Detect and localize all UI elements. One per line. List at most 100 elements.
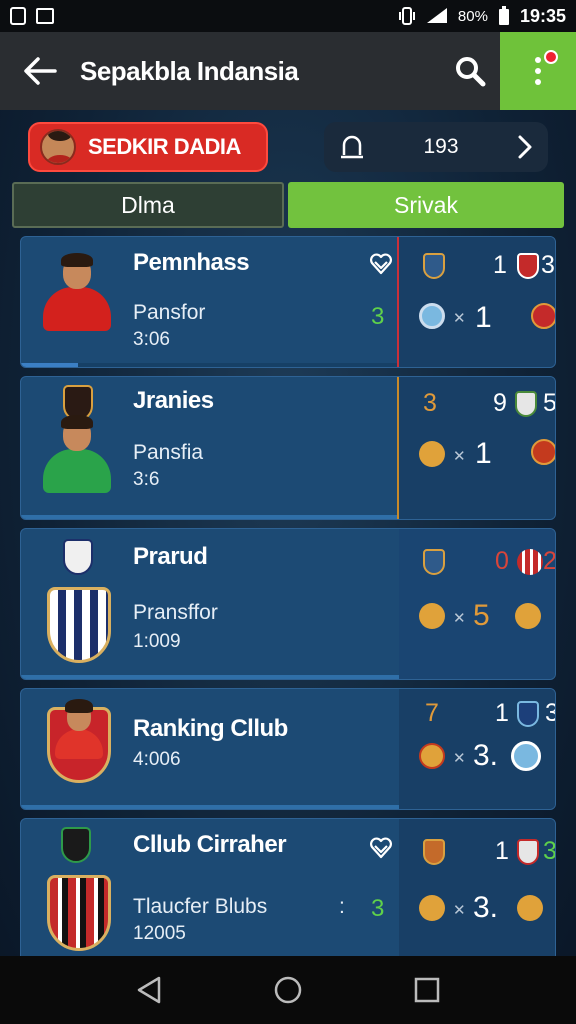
card-time: 3:6 <box>133 469 160 490</box>
favorite-icon[interactable] <box>369 837 393 859</box>
back-button[interactable] <box>0 32 80 110</box>
match-card[interactable]: Prarud Pransffor 1:009 0 2 ✕ 5 <box>20 528 556 680</box>
card-score: 3 <box>371 303 385 330</box>
score-a: 1 <box>495 837 509 865</box>
progress-track <box>21 515 399 519</box>
player-avatar <box>55 699 103 759</box>
card-subtitle: Pansfor <box>133 301 206 324</box>
team-crest <box>419 603 445 629</box>
card-time: 1:009 <box>133 631 181 652</box>
team-crest <box>423 253 445 279</box>
battery-icon <box>498 6 509 25</box>
score-c: 5 <box>543 389 556 417</box>
card-title: Cllub Cirraher <box>133 831 287 858</box>
score-c: 5 <box>473 599 490 632</box>
search-icon <box>456 57 486 87</box>
vs-icon: ✕ <box>453 448 466 465</box>
chevron-right-icon <box>518 135 532 159</box>
profile-name: SEDKIR DADIA <box>88 134 241 159</box>
app-title: Sepakbla Indansia <box>80 55 299 86</box>
card-left: Jranies Pansfia 3:6 <box>21 377 399 519</box>
vs-icon: ✕ <box>453 750 466 767</box>
team-crest <box>517 253 539 279</box>
score-b: 1 <box>495 699 509 727</box>
battery-percent: 80% <box>457 7 488 25</box>
card-title: Ranking Cllub <box>133 715 288 742</box>
team-crest <box>517 839 539 865</box>
score-c: 3. <box>473 891 499 924</box>
counter-pill[interactable]: 193 <box>324 122 548 172</box>
team-crest <box>419 441 445 467</box>
team-crest <box>423 549 445 575</box>
vibrate-icon <box>398 7 415 25</box>
card-left: Pemnhass Pansfor 3:06 3 <box>21 237 399 367</box>
team-crest <box>515 391 537 417</box>
status-time: 19:35 <box>519 5 566 26</box>
avatar <box>40 129 76 165</box>
counter-value: 193 <box>423 135 459 158</box>
team-crest <box>419 303 445 329</box>
team-crest <box>517 895 543 921</box>
card-time: 3:06 <box>133 329 170 350</box>
score-d: 3. <box>473 739 499 772</box>
vs-icon: ✕ <box>453 310 466 327</box>
card-results: 1 3 ✕ 3. <box>399 819 555 967</box>
image-notification-icon <box>36 8 54 24</box>
team-crest <box>517 701 539 727</box>
nav-home-icon[interactable] <box>273 975 303 1005</box>
card-title: Jranies <box>133 387 214 414</box>
club-crest-large <box>47 587 111 663</box>
status-left <box>10 7 54 25</box>
vs-icon: ✕ <box>453 902 466 919</box>
match-card[interactable]: Jranies Pansfia 3:6 3 9 5 ✕ 1 <box>20 376 556 520</box>
tab-srivak[interactable]: Srivak <box>288 182 564 228</box>
match-card[interactable]: Cllub Cirraher Tlaucfer Blubs 12005 : 3 … <box>20 818 556 968</box>
match-card[interactable]: Ranking Cllub 4:006 7 1 3 ✕ 3. <box>20 688 556 810</box>
score-a: 0 <box>495 547 509 575</box>
card-score: 3 <box>371 895 385 922</box>
nav-back-icon[interactable] <box>135 975 163 1005</box>
card-time: 4:006 <box>133 749 181 770</box>
score-b: 2 <box>543 547 556 575</box>
nav-recents-icon[interactable] <box>413 976 441 1004</box>
score-a: 3 <box>423 389 437 417</box>
card-results: 1 3 ✕ 1 <box>399 237 555 367</box>
notification-dot <box>544 50 558 64</box>
vs-icon: ✕ <box>453 610 466 627</box>
progress-fill <box>21 363 78 367</box>
app-bar: Sepakbla Indansia <box>0 32 576 110</box>
team-crest <box>515 603 541 629</box>
team-crest <box>531 439 555 465</box>
club-crest-large <box>47 875 111 951</box>
team-crest <box>511 741 541 771</box>
card-results: 3 9 5 ✕ 1 <box>399 377 555 519</box>
match-card[interactable]: Pemnhass Pansfor 3:06 3 1 3 ✕ 1 <box>20 236 556 368</box>
score-a: 1 <box>493 251 507 279</box>
card-subtitle: Tlaucfer Blubs <box>133 895 268 918</box>
more-vert-icon <box>535 57 541 85</box>
card-title: Prarud <box>133 543 208 570</box>
favorite-icon[interactable] <box>369 253 393 275</box>
progress-track <box>21 363 399 367</box>
player-avatar <box>43 253 111 331</box>
arrow-left-icon <box>24 57 57 85</box>
search-button[interactable] <box>440 32 500 110</box>
separator-colon: : <box>339 895 345 918</box>
progress-track <box>21 675 399 679</box>
team-crest <box>531 303 555 329</box>
wifi-icon <box>426 8 447 23</box>
profile-pill[interactable]: SEDKIR DADIA <box>28 122 268 172</box>
team-crest <box>419 895 445 921</box>
progress-track <box>21 805 399 809</box>
score-c: 3 <box>545 699 555 728</box>
status-bar: 80% 19:35 <box>0 0 576 32</box>
team-crest <box>517 549 543 575</box>
score-c: 1 <box>475 301 492 334</box>
card-time: 12005 <box>133 923 186 944</box>
card-results: 0 2 ✕ 5 <box>399 529 555 679</box>
tab-dlma[interactable]: Dlma <box>12 182 284 228</box>
status-right: 80% 19:35 <box>398 6 566 27</box>
card-subtitle: Pansfia <box>133 441 204 464</box>
score-b: 3 <box>541 251 555 279</box>
overflow-menu-button[interactable] <box>500 32 576 110</box>
